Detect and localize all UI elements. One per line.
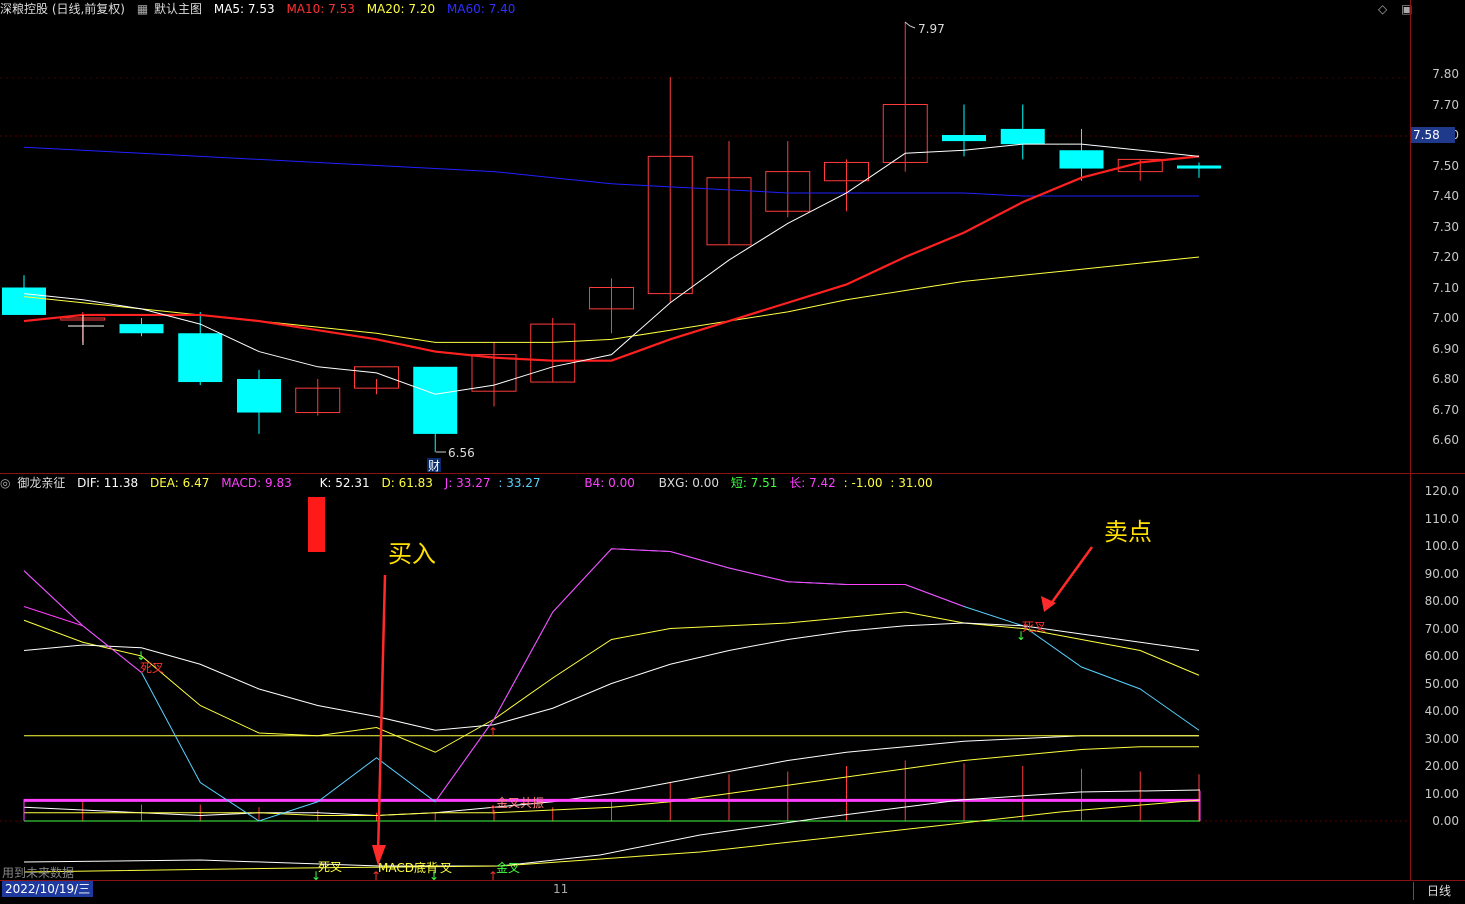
candle-body <box>1000 128 1045 145</box>
indicator-tick: 0.00 <box>1432 814 1459 828</box>
bottom-bar <box>0 880 1465 904</box>
signal-block <box>308 497 325 552</box>
price-tick: 7.50 <box>1432 158 1459 173</box>
candle-body <box>1177 165 1221 169</box>
up-arrow-icon: ↑ <box>488 725 498 739</box>
month-mark: 11 <box>553 882 569 896</box>
candle-body <box>178 333 223 383</box>
down-arrow-icon: ↓ <box>311 869 321 880</box>
bottom-dead-cross-label: 死叉 <box>318 860 342 874</box>
j-overlay <box>23 606 83 627</box>
price-tick: 6.90 <box>1432 341 1459 356</box>
indicator-tick: 40.00 <box>1424 704 1459 718</box>
indicator-tick: 10.00 <box>1424 786 1459 801</box>
price-tick: 7.40 <box>1432 189 1459 203</box>
indicator-tick: 30.00 <box>1424 731 1459 746</box>
indicator-tick: 50.00 <box>1424 676 1459 691</box>
low-label: 6.56 <box>448 446 475 460</box>
candle-body <box>2 287 46 315</box>
high-label: 7.97 <box>918 22 945 36</box>
price-tick: 7.30 <box>1432 219 1459 234</box>
candle-body <box>1059 150 1104 169</box>
down-arrow-icon: ↓ <box>429 869 439 880</box>
price-tick: 7.00 <box>1432 311 1459 325</box>
price-tick: 7.10 <box>1432 280 1459 295</box>
indicator-tick: 80.00 <box>1424 594 1459 608</box>
chart-canvas[interactable]: 7.976.56财买入卖点死叉↓死叉↓↑↑金叉共振死叉↓MACD底背↑叉↓金叉↑ <box>0 0 1410 880</box>
down-arrow-icon: ↓ <box>136 649 146 663</box>
tab-daily[interactable]: 日线 <box>1413 882 1464 900</box>
indicator-tick: 20.00 <box>1424 759 1459 773</box>
golden-resonance-label: 金叉共振 <box>496 795 544 810</box>
sell-label: 卖点 <box>1104 518 1152 546</box>
j-overlay <box>23 570 142 673</box>
indicator-tick: 120.0 <box>1424 484 1459 498</box>
finance-badge-label: 财 <box>428 459 440 473</box>
candle-body <box>942 135 986 142</box>
price-axis: 7.807.707.607.507.407.307.207.107.006.90… <box>1411 0 1465 473</box>
price-tick: 7.80 <box>1432 67 1459 81</box>
j-overlay <box>434 548 965 803</box>
indicator-tick: 110.0 <box>1424 511 1459 526</box>
indicator-tick: 90.00 <box>1424 566 1459 581</box>
price-tick: 7.20 <box>1432 250 1459 264</box>
indicator-tick: 100.0 <box>1424 539 1459 553</box>
date-box: 2022/10/19/三 <box>2 881 94 897</box>
indicator-tick: 70.00 <box>1424 621 1459 636</box>
buy-label: 买入 <box>388 540 436 568</box>
bottom-golden-cross-label: 金叉 <box>496 860 520 875</box>
down-arrow-icon: ↓ <box>1016 629 1026 643</box>
price-tick: 6.70 <box>1432 402 1459 417</box>
price-tick: 6.80 <box>1432 372 1459 386</box>
high-pointer <box>904 21 916 29</box>
up-arrow-icon: ↑ <box>371 869 381 880</box>
candle-body <box>237 379 281 413</box>
indicator-tick: 60.00 <box>1424 649 1459 663</box>
indicator-axis: 120.0 110.0 100.0 90.00 80.00 70.00 60.00 50.00… <box>1411 474 1465 880</box>
dead-cross-label: 死叉 <box>140 661 164 675</box>
pane-divider[interactable] <box>0 473 1465 474</box>
future-data-note: 用到未来数据 <box>2 866 75 880</box>
buy-arrow-line <box>376 574 387 856</box>
current-price-box: 7.58 <box>1411 127 1455 143</box>
candle-body <box>413 366 458 434</box>
price-tick: 6.60 <box>1432 433 1459 447</box>
candle-body <box>119 324 164 334</box>
price-tick: 7.70 <box>1432 97 1459 112</box>
cross-label: 叉 <box>440 861 452 875</box>
up-arrow-icon: ↑ <box>488 869 498 880</box>
sell-arrow-line <box>1048 546 1094 606</box>
